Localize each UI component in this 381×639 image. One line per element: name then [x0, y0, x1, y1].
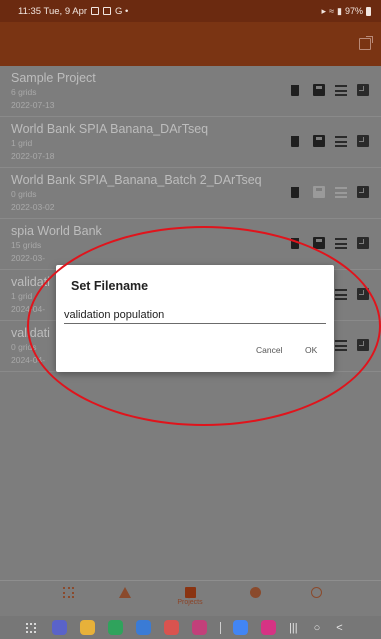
dock-divider [220, 621, 221, 634]
project-title: Sample Project [11, 71, 96, 85]
cancel-button[interactable]: Cancel [256, 345, 282, 355]
recent-app-icon[interactable] [261, 620, 276, 635]
project-title: spia World Bank [11, 224, 102, 238]
project-date: 2022-07-18 [11, 151, 55, 161]
project-title: World Bank SPIA Banana_DArTseq [11, 122, 209, 136]
status-extra: G • [115, 5, 129, 17]
signal-icon: ▮ [337, 5, 342, 16]
home-button[interactable]: ○ [314, 622, 321, 634]
project-actions [291, 84, 369, 96]
project-row[interactable]: Sample Project 6 grids 2022-07-13 [0, 66, 381, 117]
save-icon[interactable] [313, 135, 325, 147]
nav-tree[interactable] [105, 587, 145, 615]
export-icon[interactable] [359, 36, 373, 50]
back-button[interactable]: < [336, 622, 342, 634]
battery-icon [366, 6, 371, 16]
gear-icon [249, 587, 261, 598]
delete-icon[interactable] [291, 135, 299, 147]
project-row[interactable]: spia World Bank 15 grids 2022-03- [0, 219, 381, 270]
battery-percent: 97% [344, 6, 363, 16]
dialog-title: Set Filename [71, 279, 149, 293]
projects-icon [184, 587, 196, 598]
project-row[interactable]: World Bank SPIA_Banana_Batch 2_DArTseq 0 … [0, 168, 381, 219]
nav-projects[interactable]: Projects [170, 587, 210, 615]
list-icon[interactable] [335, 84, 347, 96]
volume-icon: ▸ [321, 5, 327, 16]
list-icon[interactable] [335, 339, 347, 351]
list-icon[interactable] [335, 135, 347, 147]
gallery-icon [91, 7, 100, 15]
project-date: 2022-03- [11, 253, 46, 263]
save-icon[interactable] [313, 237, 325, 249]
list-icon[interactable] [335, 237, 347, 249]
add-grid-icon[interactable] [357, 84, 369, 96]
status-bar: 11:35 Tue, 9 Apr G • ▸ ≈ ▮ 97% [0, 0, 381, 22]
project-row[interactable]: World Bank SPIA Banana_DArTseq 1 grid 2022… [0, 117, 381, 168]
nav-projects-label: Projects [177, 599, 203, 606]
app-screen: 11:35 Tue, 9 Apr G • ▸ ≈ ▮ 97% Sample Pr… [0, 0, 381, 639]
add-grid-icon[interactable] [357, 288, 369, 300]
recents-button[interactable]: ||| [289, 622, 298, 634]
add-grid-icon[interactable] [357, 186, 369, 198]
delete-icon[interactable] [291, 186, 299, 198]
app-bar [0, 22, 381, 66]
delete-icon[interactable] [291, 237, 299, 249]
list-icon[interactable] [335, 186, 347, 198]
tree-icon [119, 587, 131, 598]
bottom-nav: Projects [0, 580, 381, 616]
ok-button[interactable]: OK [305, 345, 317, 355]
project-date: 2022-03-02 [11, 202, 55, 212]
files-app-icon[interactable] [80, 620, 95, 635]
set-filename-dialog: Set Filename Cancel OK [56, 265, 334, 372]
add-grid-icon[interactable] [357, 135, 369, 147]
nav-grids[interactable] [48, 587, 88, 615]
list-icon[interactable] [335, 288, 347, 300]
add-grid-icon[interactable] [357, 237, 369, 249]
info-icon [310, 587, 322, 598]
messages-app-icon[interactable] [52, 620, 67, 635]
nav-info[interactable] [296, 587, 336, 615]
app-drawer-icon[interactable] [26, 622, 36, 633]
system-nav-bar: ||| ○ < [0, 616, 381, 639]
save-icon[interactable] [313, 186, 325, 198]
gallery-app-icon[interactable] [192, 620, 207, 635]
project-actions [291, 135, 369, 147]
filename-input[interactable] [64, 306, 326, 324]
chat-app-icon[interactable] [136, 620, 151, 635]
save-icon[interactable] [313, 84, 325, 96]
project-date: 2022-07-13 [11, 100, 55, 110]
status-time: 11:35 Tue, 9 Apr [18, 5, 88, 17]
delete-icon[interactable] [291, 84, 299, 96]
apps-grid-icon [62, 587, 74, 598]
project-actions [291, 186, 369, 198]
notification-icon [103, 7, 112, 15]
play-store-icon[interactable] [233, 620, 248, 635]
nav-settings[interactable] [235, 587, 275, 615]
add-grid-icon[interactable] [357, 339, 369, 351]
phone-app-icon[interactable] [108, 620, 123, 635]
wifi-icon: ≈ [329, 6, 335, 16]
project-actions [291, 237, 369, 249]
project-title: World Bank SPIA_Banana_Batch 2_DArTseq [11, 173, 262, 187]
contacts-app-icon[interactable] [164, 620, 179, 635]
